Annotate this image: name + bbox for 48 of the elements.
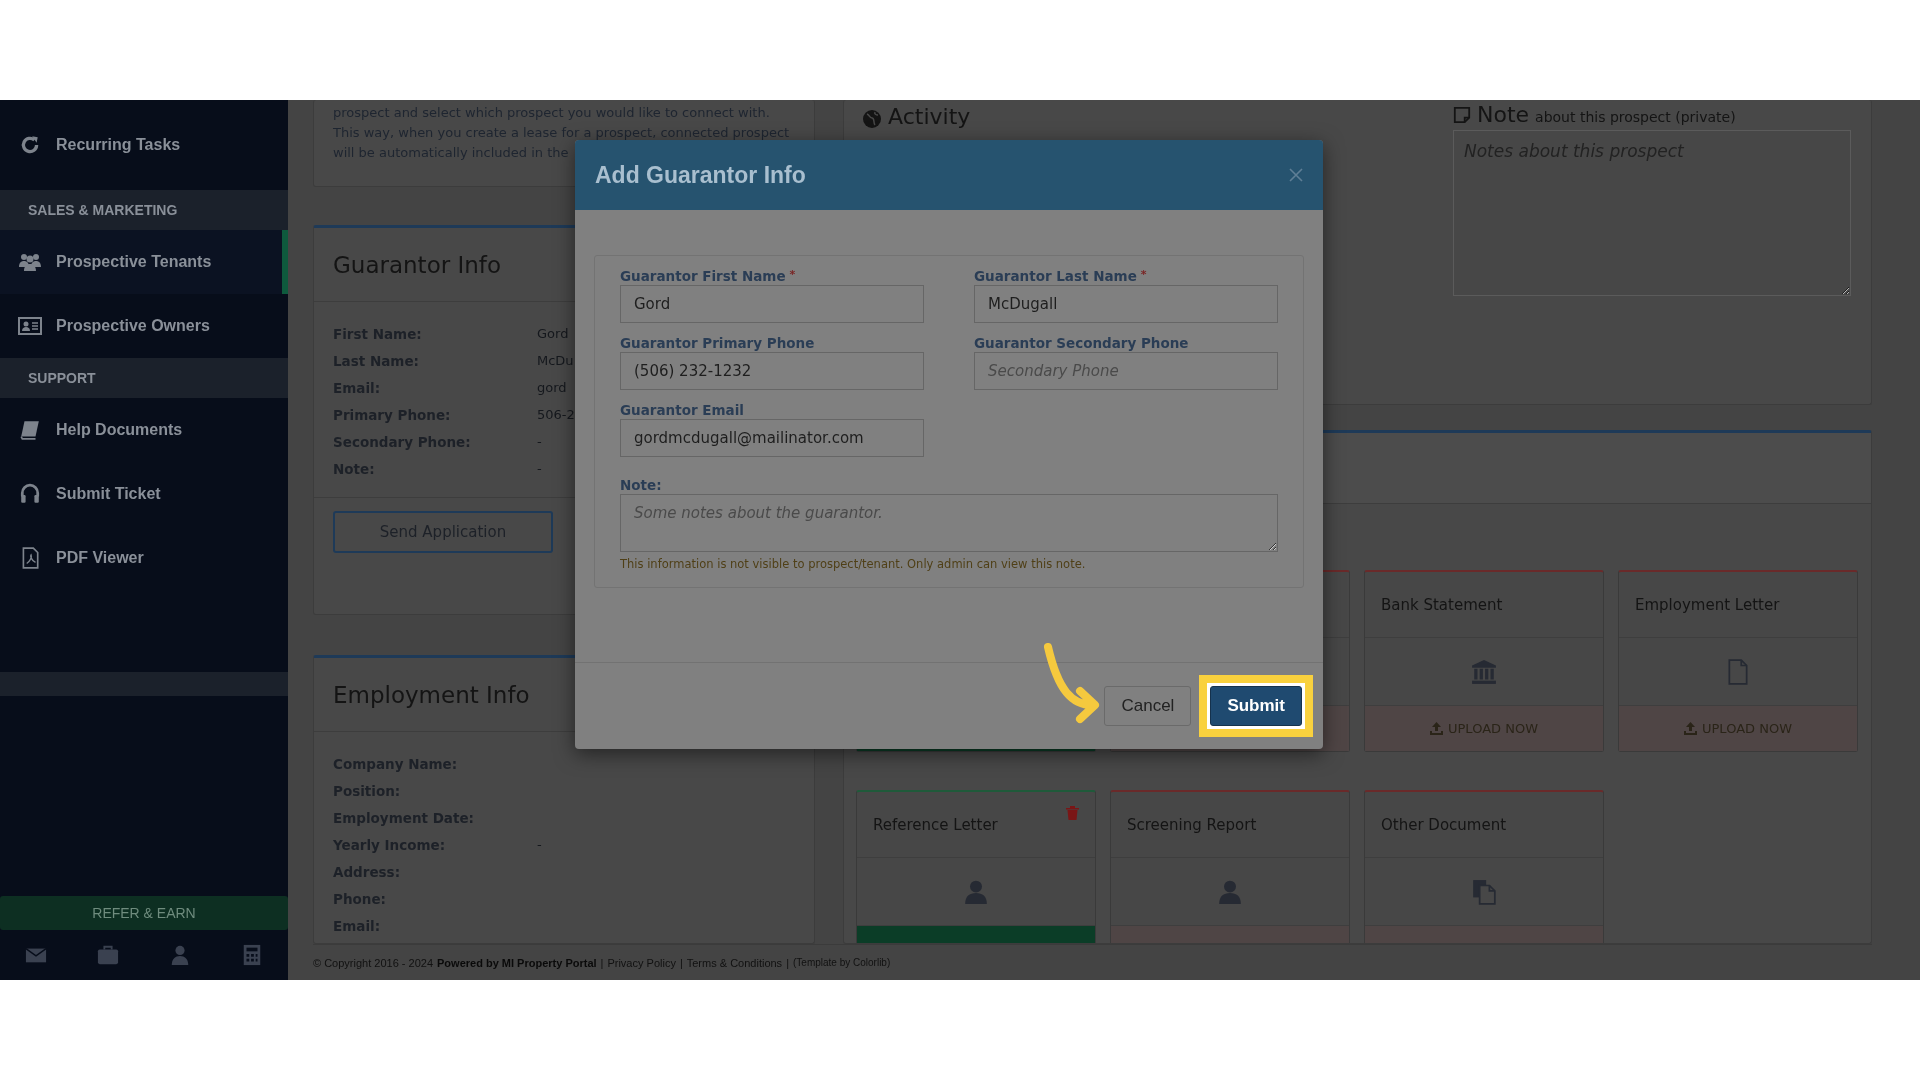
field-label: Guarantor Primary Phone xyxy=(620,335,816,351)
sidebar-section-header: SUPPORT xyxy=(0,358,288,398)
cancel-button[interactable]: Cancel xyxy=(1104,686,1192,726)
close-icon[interactable] xyxy=(1289,168,1303,182)
field-label: Guarantor Email xyxy=(620,402,745,418)
field-label: Note: xyxy=(620,477,663,493)
file-icon xyxy=(1725,658,1751,685)
field-label: Guarantor Secondary Phone xyxy=(974,335,1190,351)
users-icon xyxy=(18,251,42,273)
globe-icon xyxy=(862,109,882,129)
refer-button[interactable]: REFER & EARN xyxy=(0,896,288,930)
separator-text: | xyxy=(786,956,789,969)
bank-icon xyxy=(1471,658,1497,685)
trash-icon[interactable] xyxy=(1066,806,1079,820)
field-value: - xyxy=(537,837,542,852)
upload-icon xyxy=(1430,722,1443,735)
field-value: - xyxy=(537,461,542,476)
separator-text: | xyxy=(600,956,604,969)
field-label: Guarantor First Name * xyxy=(620,268,797,284)
sidebar-item[interactable]: Recurring Tasks xyxy=(0,100,288,190)
upload-icon xyxy=(1684,722,1697,735)
user-icon[interactable] xyxy=(169,944,191,966)
copy-icon xyxy=(1471,878,1497,905)
headset-icon xyxy=(18,483,42,505)
book-icon xyxy=(18,419,42,441)
user-icon xyxy=(963,878,989,905)
input-field[interactable]: (506) 232-1232 xyxy=(620,352,924,390)
input-field[interactable]: Gord xyxy=(620,285,924,323)
separator-text: | xyxy=(679,956,683,969)
sidebar-section-header: SALES & MARKETING xyxy=(0,190,288,230)
hint-text: This information is not visible to prospect/tenant. Only admin can view this note. xyxy=(620,557,1087,571)
sidebar-item[interactable]: Help Documents xyxy=(0,398,288,462)
note-icon xyxy=(1453,105,1471,124)
sidebar-item[interactable]: Prospective Owners xyxy=(0,294,288,358)
user-icon xyxy=(1217,878,1243,905)
input-field[interactable]: McDugall xyxy=(974,285,1278,323)
field-value: - xyxy=(537,434,542,449)
sidebar-item[interactable]: PDF Viewer xyxy=(0,526,288,590)
sidebar-item[interactable]: Prospective Tenants xyxy=(0,230,288,294)
sidebar-item[interactable]: Submit Ticket xyxy=(0,462,288,526)
submit-button[interactable]: Submit xyxy=(1210,686,1302,726)
briefcase-icon[interactable] xyxy=(97,944,119,966)
field-label: Guarantor Last Name * xyxy=(974,268,1148,284)
modal-title: Add Guarantor Info xyxy=(595,161,806,189)
id-card-icon xyxy=(18,315,42,337)
powered-by-text: Powered by MI Property Portal xyxy=(437,956,597,969)
input-field[interactable]: gordmcdugall@mailinator.com xyxy=(620,419,924,457)
calculator-icon[interactable] xyxy=(241,944,263,966)
